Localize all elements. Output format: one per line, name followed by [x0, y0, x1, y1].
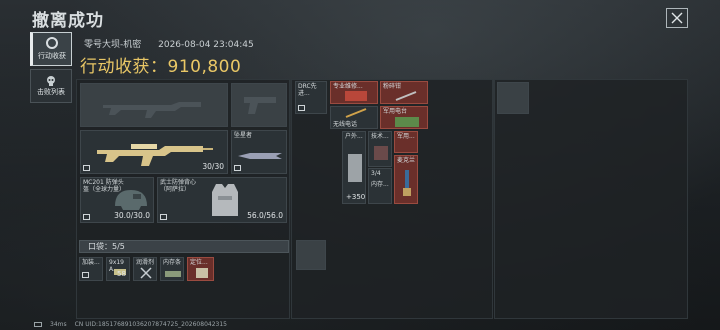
rifle-silhouette-icon [103, 102, 201, 118]
loot-value-label: 行动收获： [80, 57, 168, 77]
map-name: 零号大坝-机密 [84, 40, 142, 50]
pocket-count: 5/5 [112, 242, 125, 251]
equipment-panel: 30/30 坠星者 MC201 防弹头盔（全球力量） 30.0/30.0 武士防… [76, 79, 290, 319]
skull-icon [47, 76, 55, 86]
backpack-item[interactable]: 麦克兰 [394, 155, 418, 204]
lock-tag-icon [82, 272, 89, 278]
tab-kills[interactable]: 击败列表 [30, 69, 72, 103]
canister-icon [348, 154, 362, 182]
backpack-item-count: 3/4 [371, 170, 381, 177]
extra-container-panel [494, 79, 688, 319]
cutter-icon [395, 91, 417, 101]
tab-loot[interactable]: 行动收获 [30, 32, 72, 66]
radio-icon [395, 117, 419, 127]
tool-icon [140, 267, 152, 279]
wifi-icon [34, 322, 42, 327]
helmet-icon [115, 190, 147, 210]
blade-icon [238, 153, 282, 159]
backpack-item[interactable]: 技术... [368, 131, 392, 167]
screwdriver-icon [345, 108, 367, 118]
container-slot-empty[interactable] [497, 82, 529, 114]
pocket-item-ammo[interactable]: 9x19 A... 58 [106, 257, 130, 281]
backpack-item-name: 技术... [371, 133, 389, 140]
secondary-weapon-slot[interactable]: 30/30 [80, 130, 228, 174]
backpack-item-name: 麦克兰 [397, 157, 416, 164]
close-button[interactable] [666, 8, 688, 28]
raid-meta: 零号大坝-机密 2026-08-04 23:04:45 [84, 37, 268, 50]
melee-slot[interactable]: 坠星者 [231, 130, 287, 174]
lock-tag-icon [83, 165, 90, 171]
raid-datetime: 2026-08-04 23:04:45 [158, 40, 254, 50]
pocket-label: 口袋： [88, 242, 112, 251]
backpack-item[interactable]: 军用电台 [380, 106, 428, 129]
lock-tag-icon [83, 214, 90, 220]
close-icon [671, 12, 683, 24]
backpack-item[interactable]: 无线电话 [330, 106, 378, 129]
pistol-silhouette-icon [244, 97, 276, 114]
gold-rifle-icon [97, 144, 213, 166]
ping-text: 34ms [50, 321, 67, 328]
pocket-ammo-count: 58 [117, 270, 126, 278]
vest-icon [212, 184, 238, 216]
backpack-item[interactable]: 3/4 内存... [368, 168, 392, 204]
pocket-item-name: 加装... [82, 259, 100, 266]
backpack-item-name: 专业维修... [333, 83, 363, 90]
sidebar: 行动收获 击败列表 [30, 32, 72, 106]
pocket-item-name: 润滑剂 [136, 259, 155, 266]
lock-tag-icon [298, 105, 305, 111]
device-icon [374, 146, 388, 160]
primary-weapon-slot-empty[interactable] [80, 83, 228, 127]
bottle-icon [403, 170, 411, 196]
helmet-durability: 30.0/30.0 [114, 211, 150, 220]
backpack-item-name: 内存... [371, 181, 389, 188]
pocket-item[interactable]: 定位... [187, 257, 214, 281]
lock-tag-icon [160, 214, 167, 220]
pocket-item[interactable]: 加装... [79, 257, 103, 281]
melee-name: 坠星者 [234, 132, 253, 139]
armor-slot[interactable]: 武士防弹背心（阿萨拉） 56.0/56.0 [157, 177, 287, 223]
loot-value-amount: 910,800 [167, 57, 242, 77]
locator-icon [196, 268, 208, 278]
backpack-item-count: +350 [346, 193, 366, 201]
pocket-header: 口袋：5/5 [79, 240, 289, 253]
backpack-empty-slot[interactable] [296, 240, 326, 270]
backpack-item-name: 军用电台 [383, 108, 408, 115]
weapon-ammo: 30/30 [202, 162, 224, 171]
backpack-item[interactable]: DRC先进... [295, 81, 327, 114]
backpack-item[interactable]: 专业维修... [330, 81, 378, 104]
lock-tag-icon [234, 165, 241, 171]
armor-name: 武士防弹背心（阿萨拉） [160, 179, 197, 193]
loot-value: 行动收获：910,800 [80, 52, 241, 77]
backpack-item-name: 户外... [345, 133, 363, 140]
pistol-slot-empty[interactable] [231, 83, 287, 127]
backpack-item[interactable]: 军用... [394, 131, 418, 153]
armor-durability: 56.0/56.0 [247, 211, 283, 220]
target-icon [46, 37, 58, 49]
pocket-item-name: 定位... [190, 259, 208, 266]
tab-kills-label: 击败列表 [37, 88, 65, 96]
settlement-screen: 撤离成功 行动收获 击败列表 零号大坝-机密 2026-08-04 23:04:… [0, 0, 720, 330]
pocket-item-name: 内存条 [163, 259, 182, 266]
uid-text: CN UID:185176891036207874725_20260804231… [74, 321, 227, 328]
pocket-item[interactable]: 内存条 [160, 257, 184, 281]
backpack-item[interactable]: 粉碎钳 [380, 81, 428, 104]
tab-loot-label: 行动收获 [38, 52, 66, 60]
repair-kit-icon [345, 91, 367, 101]
backpack-item-name: 粉碎钳 [383, 83, 402, 90]
pocket-item[interactable]: 润滑剂 [133, 257, 157, 281]
page-title: 撤离成功 [32, 11, 104, 31]
memory-stick-icon [165, 271, 181, 277]
status-bar: 34ms CN UID:185176891036207874725_2026080… [34, 321, 235, 328]
backpack-item-name: 无线电话 [333, 121, 358, 128]
backpack-item[interactable]: 户外... +350 [342, 131, 366, 204]
helmet-slot[interactable]: MC201 防弹头盔（全球力量） 30.0/30.0 [80, 177, 154, 223]
backpack-item-name: DRC先进... [298, 83, 317, 97]
backpack-item-name: 军用... [397, 133, 415, 140]
